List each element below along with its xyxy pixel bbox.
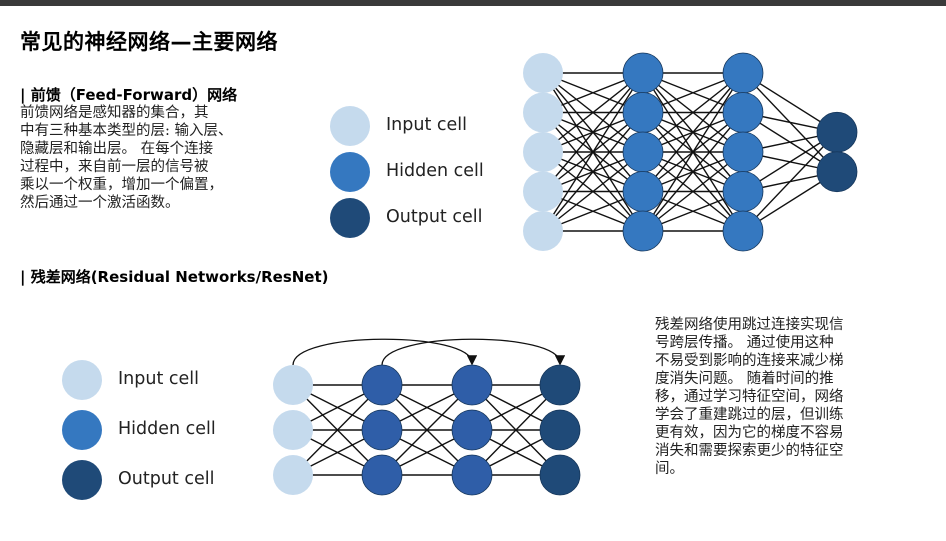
hidden-cell-node — [451, 454, 493, 496]
output-cell-node — [539, 409, 581, 451]
hidden-cell-node — [361, 364, 403, 406]
skip-connection-arrow — [381, 338, 566, 366]
input-cell-node — [273, 410, 313, 450]
hidden-cell-node — [451, 409, 493, 451]
resnet-network-diagram — [273, 338, 581, 496]
input-cell-node — [273, 365, 313, 405]
input-cell-node — [273, 455, 313, 495]
hidden-cell-node — [451, 364, 493, 406]
output-cell-node — [539, 454, 581, 496]
output-cell-node — [539, 364, 581, 406]
hidden-cell-node — [361, 409, 403, 451]
hidden-cell-node — [361, 454, 403, 496]
